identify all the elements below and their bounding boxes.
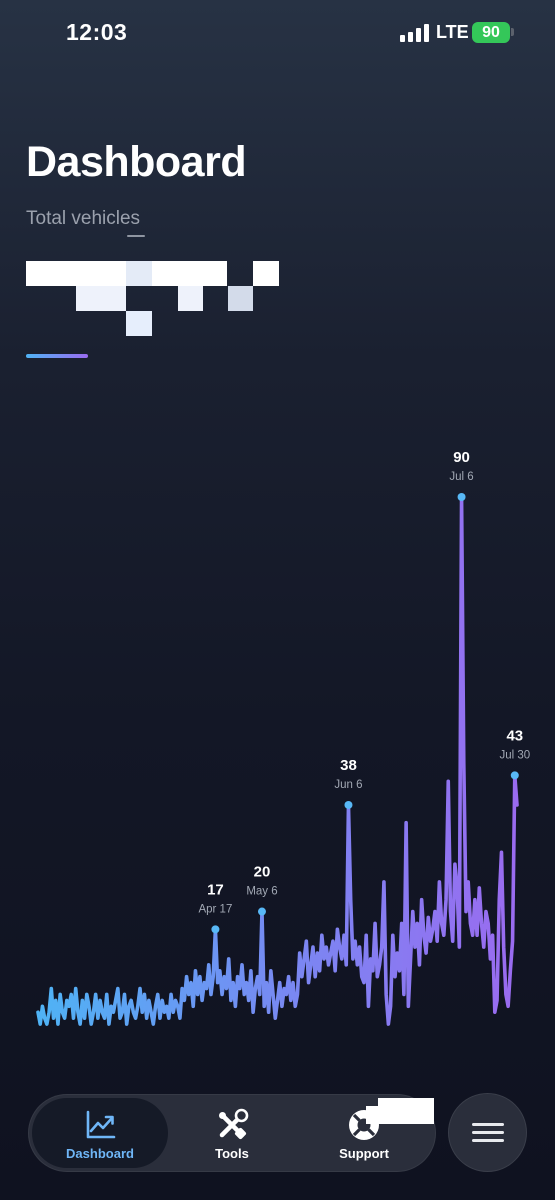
chart-svg: 17 Apr 17 20 May 6 38 Jun 6 90 Jul 6 43 Jul 30 [36, 449, 530, 1026]
tab-tools[interactable]: Tools [164, 1098, 300, 1168]
bottom-tab-bar: Dashboard Tools Support [28, 1094, 436, 1172]
total-vehicles-label: Total vehicles [26, 208, 141, 229]
peak-marker [211, 925, 220, 934]
subtitle-underline [127, 235, 145, 237]
peak-date-label: May 6 [246, 886, 277, 898]
peak-date-label: Jun 6 [334, 779, 362, 791]
redacted-total-value [26, 261, 286, 341]
status-bar: 12:03 LTE 90 [0, 0, 555, 68]
menu-button[interactable] [448, 1093, 527, 1172]
accent-bar [26, 354, 88, 358]
network-type: LTE [436, 22, 469, 42]
tab-dashboard[interactable]: Dashboard [32, 1098, 168, 1168]
tab-label-dashboard: Dashboard [66, 1145, 134, 1161]
hamburger-menu-icon [471, 1122, 504, 1143]
tab-label-support: Support [339, 1145, 389, 1161]
cellular-signal-icon [400, 24, 430, 42]
battery-level: 90 [482, 23, 500, 41]
chart-icon [86, 1110, 116, 1138]
redacted-badge [366, 1098, 434, 1124]
vehicles-line-chart: 17 Apr 17 20 May 6 38 Jun 6 90 Jul 6 43 Jul 30 [0, 440, 555, 1060]
status-time: 12:03 [66, 19, 128, 45]
peak-date-label: Jul 30 [499, 749, 530, 761]
battery-icon: 90 [472, 22, 510, 43]
peak-marker [457, 493, 466, 501]
peak-marker [257, 907, 266, 916]
peak-date-label: Apr 17 [198, 903, 232, 915]
tools-icon [219, 1108, 249, 1139]
peak-value-label: 17 [207, 881, 224, 898]
app-screen: 12:03 LTE 90 Dashboard Total vehicles 17… [0, 0, 555, 1200]
tab-label-tools: Tools [215, 1145, 249, 1161]
battery-nub [511, 28, 514, 36]
chart-line-series [36, 495, 519, 1026]
page-title: Dashboard [26, 138, 247, 186]
peak-value-label: 90 [453, 449, 470, 466]
peak-value-label: 20 [254, 864, 271, 881]
peak-date-label: Jul 6 [449, 471, 473, 483]
peak-value-label: 43 [506, 727, 523, 744]
peak-marker [344, 800, 353, 809]
peak-marker [510, 771, 519, 780]
peak-value-label: 38 [340, 757, 357, 774]
